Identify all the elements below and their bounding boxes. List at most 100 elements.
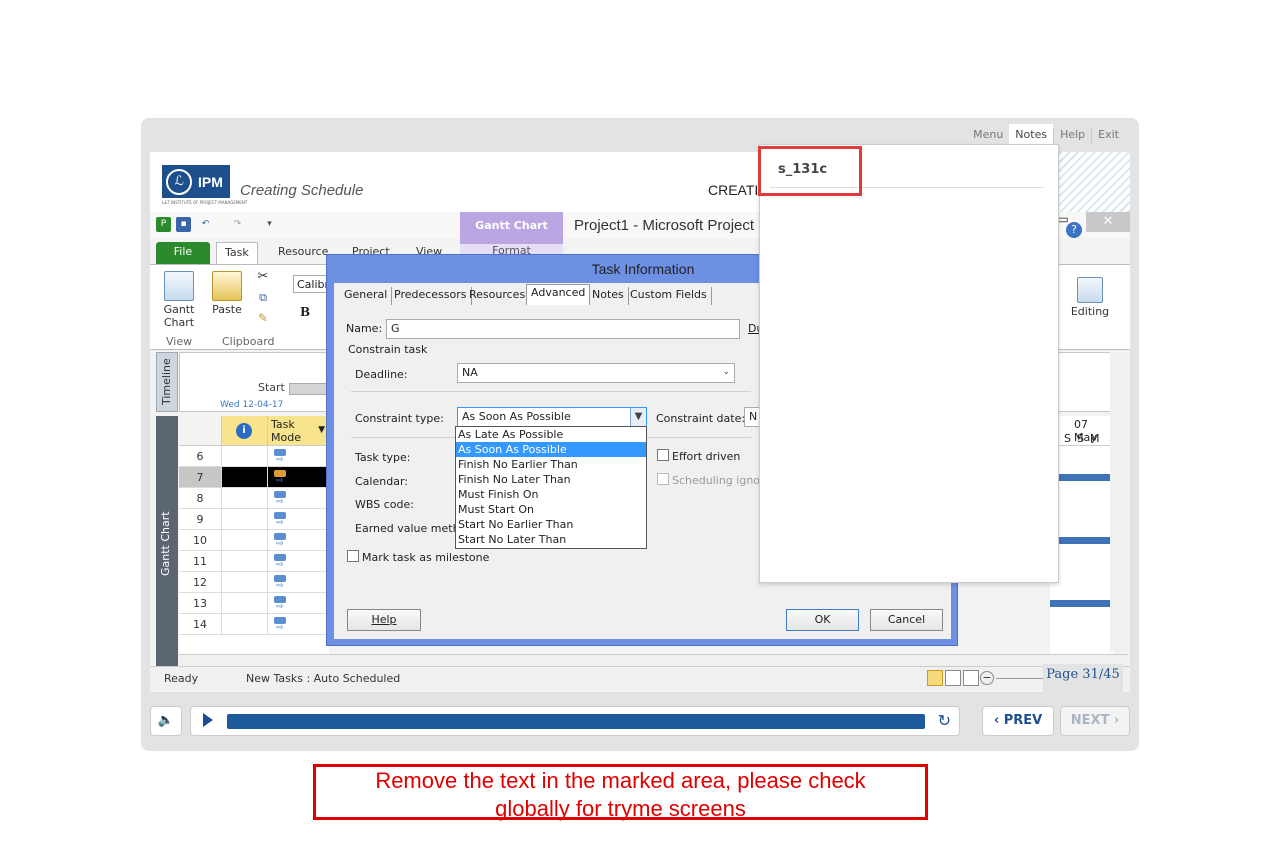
team-planner-view-icon[interactable]	[963, 670, 979, 686]
dropdown-option[interactable]: Must Finish On	[456, 487, 646, 502]
row-number[interactable]: 9	[179, 509, 221, 530]
row-number[interactable]: 6	[179, 446, 221, 467]
progress-bar[interactable]	[227, 714, 925, 729]
exit-link[interactable]: Exit	[1091, 128, 1125, 144]
course-title: Creating Schedule	[240, 182, 364, 199]
task-mode-column-header[interactable]: Task Mode ▼	[267, 416, 329, 446]
timescale-day: S	[1064, 432, 1071, 445]
info-cell[interactable]	[221, 593, 267, 614]
help-icon[interactable]: ?	[1066, 222, 1082, 238]
tab-notes[interactable]: Notes	[588, 287, 629, 305]
task-mode-cell[interactable]: ⇨	[267, 530, 329, 551]
instruction-line: Remove the text in the marked area, plea…	[375, 768, 866, 793]
arrow-icon: ⇨	[276, 539, 284, 549]
task-mode-cell[interactable]: ⇨	[267, 488, 329, 509]
next-button[interactable]: NEXT ›	[1060, 706, 1130, 736]
row-number[interactable]: 10	[179, 530, 221, 551]
tab-predecessors[interactable]: Predecessors	[390, 287, 472, 305]
dropdown-option[interactable]: As Late As Possible	[456, 427, 646, 442]
chevron-down-icon[interactable]: ▼	[318, 424, 325, 437]
close-icon[interactable]: ✕	[1086, 212, 1130, 232]
scheduling-ignores-checkbox[interactable]	[657, 473, 669, 485]
prev-button[interactable]: ‹ PREV	[982, 706, 1054, 736]
row-number[interactable]: 13	[179, 593, 221, 614]
gantt-view-icon[interactable]	[927, 670, 943, 686]
dropdown-option[interactable]: Must Start On	[456, 502, 646, 517]
tab-general[interactable]: General	[340, 287, 393, 305]
info-cell[interactable]	[221, 530, 267, 551]
volume-button[interactable]: 🔈	[150, 706, 182, 736]
vertical-scrollbar[interactable]	[1110, 352, 1128, 652]
dropdown-option[interactable]: Start No Earlier Than	[456, 517, 646, 532]
task-mode-cell[interactable]: ⇨	[267, 551, 329, 572]
editing-button[interactable]: Editing	[1055, 277, 1125, 318]
notes-link[interactable]: Notes	[1009, 124, 1054, 146]
chevron-down-icon[interactable]: ⌄	[722, 367, 730, 377]
menu-link[interactable]: Menu	[967, 128, 1009, 144]
milestone-checkbox[interactable]	[347, 550, 359, 562]
effort-driven-checkbox[interactable]	[657, 449, 669, 461]
gantt-bar[interactable]	[1050, 474, 1110, 481]
play-icon[interactable]	[203, 713, 213, 727]
task-mode-cell[interactable]: ⇨	[267, 446, 329, 467]
undo-icon[interactable]: ↶	[198, 217, 213, 232]
ok-button[interactable]: OK	[786, 609, 859, 631]
help-link[interactable]: Help	[1053, 128, 1091, 144]
bold-button[interactable]: B	[300, 305, 310, 319]
paste-button[interactable]: Paste	[210, 271, 244, 316]
customize-qat-icon[interactable]: ▾	[262, 217, 277, 232]
status-new-tasks[interactable]: New Tasks : Auto Scheduled	[246, 672, 400, 685]
logo-subtitle: L&T INSTITUTE OF PROJECT MANAGEMENT	[162, 200, 248, 205]
task-mode-cell[interactable]: ⇨	[267, 614, 329, 635]
info-cell[interactable]	[221, 446, 267, 467]
replay-icon[interactable]: ↻	[938, 711, 951, 730]
help-button[interactable]: Help	[347, 609, 421, 631]
dropdown-option[interactable]: Start No Later Than	[456, 532, 646, 547]
row-number[interactable]: 8	[179, 488, 221, 509]
info-cell[interactable]	[221, 551, 267, 572]
row-number[interactable]: 7	[179, 467, 221, 488]
dropdown-option[interactable]: Finish No Later Than	[456, 472, 646, 487]
gantt-chart-button[interactable]: Gantt Chart	[156, 271, 202, 329]
format-painter-icon[interactable]: ✎	[254, 311, 272, 325]
task-usage-view-icon[interactable]	[945, 670, 961, 686]
info-cell[interactable]	[221, 488, 267, 509]
gantt-bar[interactable]	[1050, 600, 1110, 607]
task-mode-cell[interactable]: ⇨	[267, 467, 329, 488]
dropdown-option[interactable]: Finish No Earlier Than	[456, 457, 646, 472]
tab-advanced[interactable]: Advanced	[526, 284, 591, 305]
timeline-label-text: Timeline	[160, 358, 173, 405]
task-mode-cell[interactable]: ⇨	[267, 593, 329, 614]
zoom-out-icon[interactable]: −	[980, 671, 994, 685]
info-cell[interactable]	[221, 467, 267, 488]
redo-icon[interactable]: ↷	[230, 217, 245, 232]
copy-icon[interactable]: ⧉	[254, 291, 272, 305]
instruction-line: globally for tryme screens	[495, 796, 746, 821]
info-cell[interactable]	[221, 572, 267, 593]
save-icon[interactable]: ▪	[176, 217, 191, 232]
view-group-label: View	[166, 335, 193, 348]
info-column-header[interactable]: i	[221, 416, 267, 446]
tab-custom-fields[interactable]: Custom Fields	[626, 287, 712, 305]
tab-resources[interactable]: Resources	[465, 287, 531, 305]
chevron-down-icon[interactable]: ▼	[630, 408, 646, 426]
tab-file[interactable]: File	[156, 242, 210, 264]
cut-icon[interactable]: ✂	[254, 269, 272, 284]
deadline-field[interactable]: NA ⌄	[457, 363, 735, 383]
task-mode-cell[interactable]: ⇨	[267, 572, 329, 593]
dropdown-option-selected[interactable]: As Soon As Possible	[456, 442, 646, 457]
gantt-bar[interactable]	[1050, 537, 1110, 544]
gantt-chart-tools-tab[interactable]: Gantt Chart Tools	[460, 212, 563, 260]
tab-task[interactable]: Task	[216, 242, 258, 264]
find-icon	[1077, 277, 1103, 303]
row-number[interactable]: 14	[179, 614, 221, 635]
info-cell[interactable]	[221, 509, 267, 530]
constraint-type-select[interactable]: As Soon As Possible ▼	[457, 407, 647, 427]
info-cell[interactable]	[221, 614, 267, 635]
name-field[interactable]: G	[386, 319, 740, 339]
cancel-button[interactable]: Cancel	[870, 609, 943, 631]
row-number[interactable]: 12	[179, 572, 221, 593]
row-number[interactable]: 11	[179, 551, 221, 572]
deadline-label: Deadline:	[355, 368, 408, 381]
task-mode-cell[interactable]: ⇨	[267, 509, 329, 530]
